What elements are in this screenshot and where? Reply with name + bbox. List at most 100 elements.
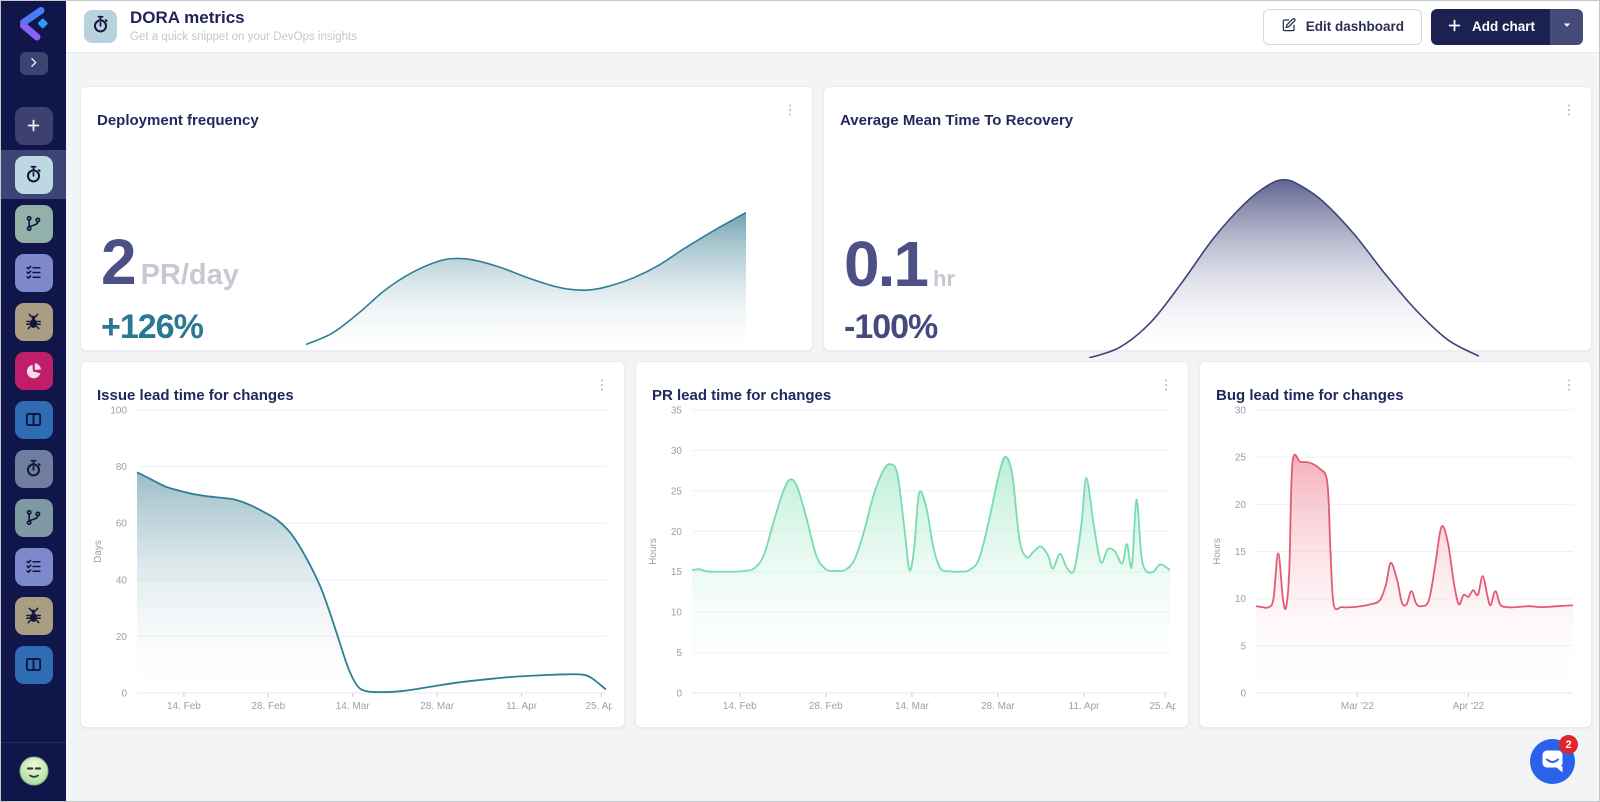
smiley-avatar-icon (19, 756, 49, 786)
page-subtitle: Get a quick snippet on your DevOps insig… (130, 31, 357, 44)
hero-row: Deployment frequency 2 PR/day +126% (80, 86, 1592, 351)
stat-main: 0.1 hr (844, 237, 1049, 292)
svg-text:14. Mar: 14. Mar (336, 701, 371, 712)
svg-text:Mar '22: Mar '22 (1341, 701, 1374, 712)
sidebar (1, 1, 66, 801)
checklist-icon (15, 548, 53, 586)
chevron-right-icon (27, 56, 40, 72)
mean-time-to-recovery-card: Average Mean Time To Recovery 0.1 hr -10… (823, 86, 1592, 351)
svg-text:28. Mar: 28. Mar (420, 701, 455, 712)
svg-text:30: 30 (671, 446, 683, 457)
deployment-frequency-sparkline (306, 201, 746, 356)
stat-value: 0.1 (844, 237, 927, 291)
sidebar-footer (1, 742, 66, 801)
caret-down-icon (1560, 18, 1574, 35)
svg-text:25. Apr: 25. Apr (585, 701, 612, 712)
edit-dashboard-label: Edit dashboard (1306, 19, 1404, 34)
svg-text:Apr '22: Apr '22 (1453, 701, 1485, 712)
stat-delta: +126% (101, 308, 306, 347)
card-menu-button[interactable] (1559, 375, 1579, 395)
user-avatar[interactable] (19, 756, 49, 786)
bug-lead-time-chart: 0 5 10 15 20 25 30 Mar '22 Apr '22 Hours (1208, 400, 1579, 719)
sidebar-item-bugs[interactable] (1, 297, 66, 346)
card-menu-button[interactable] (592, 375, 612, 395)
chat-unread-badge: 2 (1559, 735, 1578, 754)
edit-dashboard-button[interactable]: Edit dashboard (1263, 9, 1422, 45)
svg-text:14. Feb: 14. Feb (723, 701, 757, 712)
card-menu-button[interactable] (1156, 375, 1176, 395)
svg-text:0: 0 (676, 689, 682, 700)
card-head: Average Mean Time To Recovery (824, 87, 1591, 142)
branch-icon (15, 205, 53, 243)
svg-text:80: 80 (116, 462, 128, 473)
issue-lead-time-card: Issue lead time for changes 020406080100… (80, 361, 625, 728)
sidebar-item-board[interactable] (1, 395, 66, 444)
card-menu-button[interactable] (780, 100, 800, 120)
pr-lead-time-card: PR lead time for changes 051015202530351… (635, 361, 1189, 728)
pr-lead-time-chart: 0510152025303514. Feb28. Feb14. Mar28. M… (644, 400, 1176, 719)
sidebar-item-tasks[interactable] (1, 248, 66, 297)
mttr-sparkline (1089, 173, 1479, 358)
sidebar-item-source-control-2[interactable] (1, 493, 66, 542)
svg-text:0: 0 (1240, 689, 1246, 700)
svg-text:11. Apr: 11. Apr (506, 701, 538, 712)
svg-text:5: 5 (1240, 641, 1246, 652)
sidebar-item-insights[interactable] (1, 346, 66, 395)
chat-launcher-button[interactable]: 2 (1530, 739, 1575, 784)
stat-unit: PR/day (141, 259, 239, 292)
card-body: 0.1 hr -100% (824, 142, 1591, 373)
card-title: Deployment frequency (97, 112, 259, 129)
stat-value: 2 (101, 235, 135, 289)
svg-text:10: 10 (1235, 594, 1247, 605)
svg-text:14. Feb: 14. Feb (167, 701, 201, 712)
branch-icon (15, 499, 53, 537)
svg-text:14. Mar: 14. Mar (895, 701, 930, 712)
svg-text:20: 20 (116, 632, 128, 643)
stat-main: 2 PR/day (101, 235, 306, 292)
edit-pencil-icon (1281, 17, 1297, 36)
sidebar-item-source-control[interactable] (1, 199, 66, 248)
sidebar-expand-button[interactable] (20, 52, 48, 75)
logo-icon (12, 6, 56, 49)
sidebar-item-dora-metrics-2[interactable] (1, 444, 66, 493)
svg-text:20: 20 (1235, 500, 1247, 511)
issue-lead-time-chart: 02040608010014. Feb28. Feb14. Mar28. Mar… (89, 400, 612, 719)
dashboard-icon-tile (84, 10, 117, 43)
sidebar-item-bugs-2[interactable] (1, 591, 66, 640)
svg-text:15: 15 (1235, 547, 1247, 558)
plus-icon (1446, 17, 1463, 37)
svg-text:28. Feb: 28. Feb (251, 701, 285, 712)
svg-text:25: 25 (1235, 453, 1247, 464)
sidebar-item-dora-metrics[interactable] (1, 150, 66, 199)
add-chart-split-button: Add chart (1431, 9, 1583, 45)
stat-delta: -100% (844, 308, 1049, 347)
svg-text:25: 25 (671, 486, 683, 497)
svg-text:0: 0 (121, 689, 127, 700)
page-header: DORA metrics Get a quick snippet on your… (66, 1, 1599, 53)
svg-text:30: 30 (1235, 406, 1247, 417)
add-chart-label: Add chart (1472, 19, 1535, 34)
add-chart-button[interactable]: Add chart (1431, 9, 1550, 45)
mttr-stat: 0.1 hr -100% (824, 142, 1049, 373)
sidebar-item-tasks-2[interactable] (1, 542, 66, 591)
svg-text:Days: Days (93, 540, 104, 563)
card-menu-button[interactable] (1559, 100, 1579, 120)
kebab-icon (1561, 106, 1577, 121)
stopwatch-icon (15, 450, 53, 488)
sidebar-item-add-dashboard[interactable] (1, 101, 66, 150)
svg-text:40: 40 (116, 575, 128, 586)
main-area: DORA metrics Get a quick snippet on your… (66, 1, 1599, 801)
bug-lead-time-card: Bug lead time for changes 051015202530Ma… (1199, 361, 1592, 728)
bug-icon (15, 303, 53, 341)
deployment-frequency-card: Deployment frequency 2 PR/day +126% (80, 86, 813, 351)
bug-icon (15, 597, 53, 635)
pie-icon (15, 352, 53, 390)
card-body: 2 PR/day +126% (81, 142, 812, 373)
svg-text:5: 5 (676, 648, 682, 659)
plus-icon (15, 107, 53, 145)
svg-text:Hours: Hours (1212, 538, 1223, 565)
add-chart-dropdown-button[interactable] (1550, 9, 1583, 45)
sidebar-item-board-2[interactable] (1, 640, 66, 689)
svg-text:35: 35 (671, 406, 683, 417)
header-actions: Edit dashboard Add chart (1263, 9, 1583, 45)
